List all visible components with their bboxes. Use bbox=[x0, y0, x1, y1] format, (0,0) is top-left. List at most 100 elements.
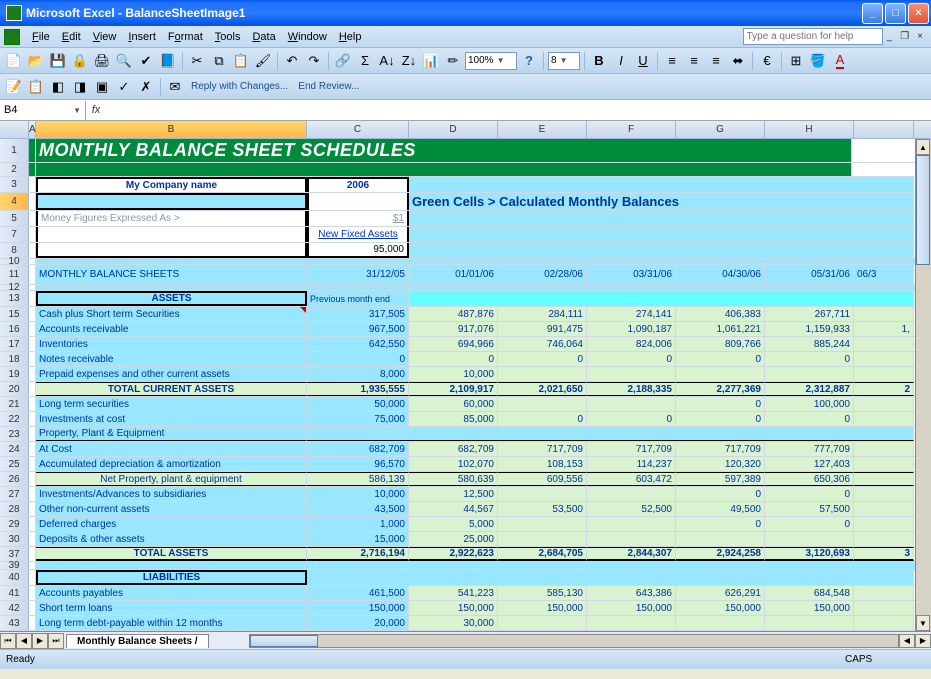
line-item[interactable]: Notes receivable bbox=[36, 352, 307, 366]
row-header[interactable]: 30 bbox=[0, 532, 29, 546]
scroll-up-icon[interactable]: ▲ bbox=[916, 139, 930, 155]
line-item[interactable]: Long term debt-payable within 12 months bbox=[36, 616, 307, 630]
drawing-icon[interactable]: ✏ bbox=[443, 51, 463, 71]
cell[interactable] bbox=[854, 586, 914, 600]
cell[interactable]: 406,383 bbox=[676, 307, 765, 321]
row-header[interactable]: 39 bbox=[0, 562, 29, 569]
cell[interactable] bbox=[307, 193, 409, 210]
cell[interactable]: 0 bbox=[676, 487, 765, 501]
row-header[interactable]: 28 bbox=[0, 502, 29, 516]
cell[interactable]: 3,120,693 bbox=[765, 547, 854, 561]
cell[interactable]: 30,000 bbox=[409, 616, 498, 630]
rev-icon-1[interactable]: 📝 bbox=[4, 77, 24, 97]
row-header[interactable]: 42 bbox=[0, 601, 29, 615]
cell[interactable]: 127,403 bbox=[765, 457, 854, 471]
cell[interactable] bbox=[854, 352, 914, 366]
cell[interactable]: 991,475 bbox=[498, 322, 587, 336]
row-header[interactable]: 4 bbox=[0, 193, 29, 210]
cell[interactable]: 150,000 bbox=[498, 601, 587, 615]
cell[interactable]: 597,389 bbox=[676, 472, 765, 486]
cell[interactable]: 150,000 bbox=[676, 601, 765, 615]
row-header[interactable]: 18 bbox=[0, 352, 29, 366]
row-header[interactable]: 26 bbox=[0, 472, 29, 486]
menu-view[interactable]: View bbox=[87, 29, 123, 45]
cell[interactable]: 06/3 bbox=[854, 265, 914, 284]
cell[interactable] bbox=[29, 285, 36, 290]
rev-icon-6[interactable]: ✓ bbox=[114, 77, 134, 97]
cell[interactable]: 1,159,933 bbox=[765, 322, 854, 336]
cell[interactable] bbox=[29, 193, 36, 210]
row-header[interactable]: 16 bbox=[0, 322, 29, 336]
cell[interactable] bbox=[676, 616, 765, 630]
cell[interactable]: 0 bbox=[676, 517, 765, 531]
cell[interactable] bbox=[29, 472, 36, 486]
cell[interactable] bbox=[409, 177, 914, 192]
cell[interactable]: 2,277,369 bbox=[676, 382, 765, 396]
cell[interactable]: 50,000 bbox=[307, 397, 409, 411]
cell[interactable]: 2,021,650 bbox=[498, 382, 587, 396]
cell[interactable] bbox=[29, 163, 36, 176]
menu-tools[interactable]: Tools bbox=[209, 29, 247, 45]
col-F[interactable]: F bbox=[587, 121, 676, 138]
tab-nav-next[interactable]: ▶ bbox=[32, 633, 48, 649]
rev-icon-2[interactable]: 📋 bbox=[26, 77, 46, 97]
cell[interactable] bbox=[36, 562, 921, 569]
cell[interactable]: 717,709 bbox=[498, 442, 587, 456]
line-item[interactable]: Prepaid expenses and other current asset… bbox=[36, 367, 307, 381]
cell[interactable]: 10,000 bbox=[307, 487, 409, 501]
cell[interactable]: 1,061,221 bbox=[676, 322, 765, 336]
help-icon[interactable]: ? bbox=[519, 51, 539, 71]
cell[interactable]: 5,000 bbox=[409, 517, 498, 531]
cell[interactable] bbox=[498, 487, 587, 501]
cell[interactable]: 150,000 bbox=[765, 601, 854, 615]
row-header[interactable]: 2 bbox=[0, 163, 29, 176]
cell[interactable]: 0 bbox=[765, 412, 854, 426]
cell[interactable]: 100,000 bbox=[765, 397, 854, 411]
redo-icon[interactable]: ↷ bbox=[304, 51, 324, 71]
cell[interactable] bbox=[854, 502, 914, 516]
cell[interactable]: 1,935,555 bbox=[307, 382, 409, 396]
cell[interactable]: 120,320 bbox=[676, 457, 765, 471]
row-header[interactable]: 22 bbox=[0, 412, 29, 426]
row-header[interactable]: 10 bbox=[0, 259, 29, 264]
line-item[interactable]: Accumulated depreciation & amortization bbox=[36, 457, 307, 471]
year[interactable]: 2006 bbox=[307, 177, 409, 192]
cell[interactable] bbox=[29, 397, 36, 411]
bold-icon[interactable]: B bbox=[589, 51, 609, 71]
line-item[interactable]: Accounts receivable bbox=[36, 322, 307, 336]
cell[interactable]: 777,709 bbox=[765, 442, 854, 456]
line-item[interactable]: Deferred charges bbox=[36, 517, 307, 531]
row-header[interactable]: 21 bbox=[0, 397, 29, 411]
cell[interactable]: 2,922,623 bbox=[409, 547, 498, 561]
cell[interactable]: 10,000 bbox=[409, 367, 498, 381]
col-B[interactable]: B bbox=[36, 121, 307, 138]
cell[interactable] bbox=[854, 601, 914, 615]
cell[interactable]: 85,000 bbox=[409, 412, 498, 426]
new-icon[interactable]: 📄 bbox=[4, 51, 24, 71]
line-item[interactable]: Other non-current assets bbox=[36, 502, 307, 516]
cell[interactable] bbox=[676, 367, 765, 381]
net-ppe[interactable]: Net Property, plant & equipment bbox=[36, 472, 307, 486]
cut-icon[interactable]: ✂ bbox=[187, 51, 207, 71]
cell[interactable]: 15,000 bbox=[307, 532, 409, 546]
cell[interactable]: 0 bbox=[498, 412, 587, 426]
col-C[interactable]: C bbox=[307, 121, 409, 138]
cell[interactable]: 0 bbox=[765, 487, 854, 501]
mdi-restore[interactable]: ❐ bbox=[896, 31, 913, 42]
cell[interactable]: 2,109,917 bbox=[409, 382, 498, 396]
cell[interactable] bbox=[36, 163, 852, 176]
scroll-thumb[interactable] bbox=[916, 155, 930, 265]
open-icon[interactable]: 📂 bbox=[26, 51, 46, 71]
row-header[interactable]: 40 bbox=[0, 570, 29, 585]
paste-icon[interactable]: 📋 bbox=[231, 51, 251, 71]
cell[interactable]: 0 bbox=[676, 397, 765, 411]
cell[interactable]: 684,548 bbox=[765, 586, 854, 600]
scroll-right-icon[interactable]: ▶ bbox=[915, 634, 931, 648]
menu-insert[interactable]: Insert bbox=[122, 29, 162, 45]
cell[interactable]: 586,139 bbox=[307, 472, 409, 486]
cell[interactable]: 824,006 bbox=[587, 337, 676, 351]
cell[interactable] bbox=[29, 265, 36, 284]
fx-icon[interactable]: fx bbox=[86, 104, 106, 116]
tab-nav-prev[interactable]: ◀ bbox=[16, 633, 32, 649]
currency-icon[interactable]: € bbox=[757, 51, 777, 71]
